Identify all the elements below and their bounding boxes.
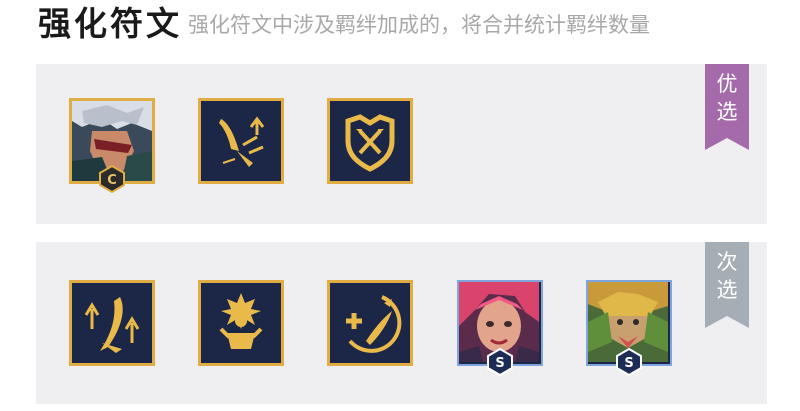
tier-s-label: S xyxy=(495,356,504,371)
tier-c-label: C xyxy=(107,173,117,188)
preferred-tag: 优 选 xyxy=(705,64,749,150)
preferred-augments-panel: 优 选 C xyxy=(36,64,767,224)
section-header: 强化符文 强化符文中涉及羁绊加成的，将合并统计羁绊数量 xyxy=(0,0,800,60)
tag-char: 优 xyxy=(716,72,738,96)
tier-s-badge: S xyxy=(486,347,514,377)
tier-c-badge: C xyxy=(98,164,126,194)
blade-dash-icon[interactable] xyxy=(198,98,284,184)
pink-haired-champion-portrait[interactable]: S xyxy=(457,280,543,377)
tag-char: 选 xyxy=(716,278,738,302)
page-subtitle: 强化符文中涉及羁绊加成的，将合并统计羁绊数量 xyxy=(188,13,650,37)
beast-masked-champion-portrait[interactable]: S xyxy=(586,280,672,377)
crossed-swords-shield-icon[interactable] xyxy=(327,98,413,184)
white-haired-champion-portrait[interactable]: C xyxy=(69,98,155,194)
plus-blade-crescent-icon[interactable] xyxy=(327,280,413,366)
tier-s-badge: S xyxy=(615,347,643,377)
tag-char: 次 xyxy=(716,250,738,274)
tier-s-label: S xyxy=(624,356,633,371)
twin-blades-icon[interactable] xyxy=(69,280,155,366)
secondary-augments-panel: 次 选 S S xyxy=(36,242,767,404)
secondary-tag: 次 选 xyxy=(705,242,749,328)
burst-figure-icon[interactable] xyxy=(198,280,284,366)
tag-char: 选 xyxy=(716,100,738,124)
page-title: 强化符文 xyxy=(38,4,182,43)
